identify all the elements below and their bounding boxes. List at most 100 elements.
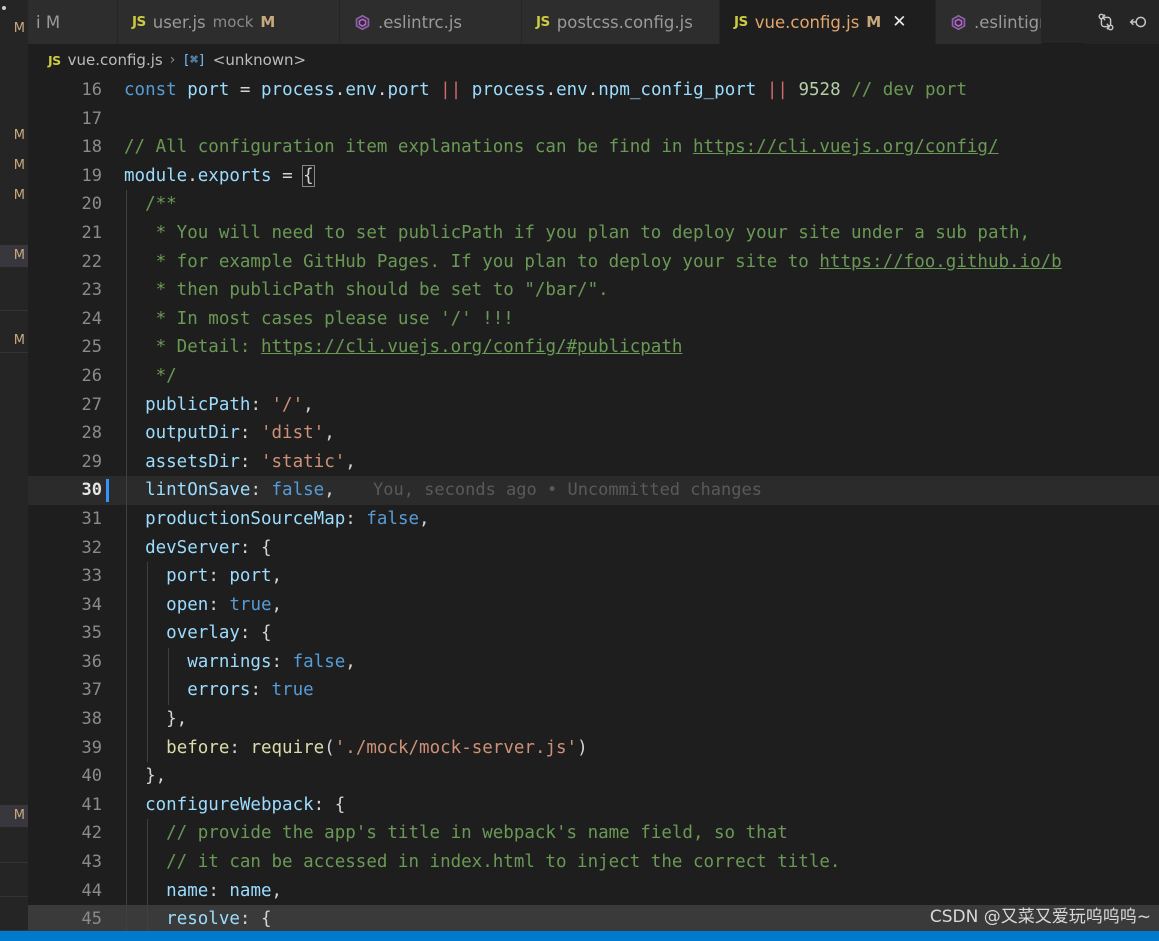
code-token: name [166,880,209,901]
breadcrumb[interactable]: JS vue.config.js › [⌘] <unknown> [28,44,1159,76]
code-token: open [166,594,209,615]
code-text: publicPath: '/', [124,391,314,420]
editor-tab[interactable]: JS vue.config.js M ✕ [720,0,936,44]
code-token: './mock/mock-server.js' [334,737,578,758]
code-token: ) [577,737,588,758]
line-number: 17 [81,108,102,129]
code-line[interactable]: 43 // it can be accessed in index.html t… [28,848,1159,877]
code-token: process [261,80,335,100]
explorer-file-row[interactable]: M [0,245,28,267]
code-text: }, [124,705,187,734]
explorer-file-row[interactable]: M [0,805,28,827]
code-line[interactable]: 19 module.exports = { [28,162,1159,191]
code-token[interactable]: https://foo.github.io/b [819,252,1061,272]
explorer-divider [0,352,28,353]
code-line[interactable]: 17 [28,105,1159,134]
code-line[interactable]: 31 productionSourceMap: false, [28,504,1159,534]
code-line[interactable]: 32 devServer: { [28,533,1159,563]
code-line[interactable]: 23 * then publicPath should be set to "/… [28,276,1159,305]
code-line[interactable]: 33 port: port, [28,562,1159,591]
code-line[interactable]: 26 */ [28,361,1159,391]
code-line[interactable]: 38 }, [28,705,1159,734]
code-token: 'dist' [260,423,325,444]
code-line[interactable]: 41 configureWebpack: { [28,790,1159,820]
code-line[interactable]: 42 // provide the app's title in webpack… [28,819,1159,849]
explorer-activity-dot [2,6,6,10]
code-line[interactable]: 35 overlay: { [28,619,1159,648]
code-line[interactable]: 24 * In most cases please use '/' !!! [28,304,1159,334]
code-text: // provide the app's title in webpack's … [124,819,788,848]
source-control-compare-icon[interactable] [1095,11,1117,33]
editor-tab[interactable]: i M [28,0,118,44]
code-token[interactable]: https://cli.vuejs.org/config/#publicpath [261,337,682,357]
line-number: 26 [81,365,102,386]
code-line[interactable]: 21 * You will need to set publicPath if … [28,218,1159,248]
split-editor-icon[interactable] [1127,11,1149,33]
code-token: // All configuration item explanations c… [124,137,693,158]
explorer-file-row[interactable]: M [0,155,28,177]
code-token: , [345,451,356,472]
code-line[interactable]: 34 open: true, [28,590,1159,620]
explorer-file-row[interactable]: M [0,125,28,147]
code-token: { [302,164,315,187]
code-text: overlay: { [124,619,271,648]
editor-tab[interactable]: JS postcss.config.js [522,0,720,44]
code-line[interactable]: 20 /** [28,190,1159,219]
explorer-divider [0,310,28,311]
explorer-file-row[interactable]: M [0,18,28,40]
code-text: assetsDir: 'static', [124,448,356,477]
modified-badge: M [13,128,25,143]
code-line[interactable]: 18 // All configuration item explanations… [28,133,1159,162]
code-token: name [229,880,272,901]
explorer-file-row[interactable]: M [0,330,28,352]
line-number: 25 [81,337,102,358]
code-line[interactable]: 37 errors: true [28,676,1159,706]
code-editor[interactable]: 16 const port = process.env.port || proce… [28,76,1159,931]
code-line[interactable]: 27 publicPath: '/', [28,390,1159,420]
breadcrumb-file[interactable]: vue.config.js [68,51,163,69]
gitlens-blame-annotation[interactable]: You, seconds ago • Uncommitted changes [373,476,762,505]
code-token: , [345,651,356,672]
code-line[interactable]: 16 const port = process.env.port || proce… [28,76,1159,105]
line-number: 20 [81,194,102,215]
code-line[interactable]: 29 assetsDir: 'static', [28,447,1159,477]
code-token: /** [124,194,177,215]
chevron-right-icon: › [169,52,176,68]
code-line[interactable]: 44 name: name, [28,876,1159,906]
code-line[interactable]: 22 * for example GitHub Pages. If you pl… [28,247,1159,277]
editor-tab[interactable]: JS user.js mock M [118,0,340,44]
editor-tab[interactable]: .eslintign [936,0,1042,44]
code-text: module.exports = { [124,162,315,191]
code-token: . [187,165,198,186]
close-icon[interactable]: ✕ [892,13,906,31]
code-token: 9528 [798,80,841,100]
code-line[interactable]: 30 lintOnSave: false, You, seconds ago • … [28,476,1159,505]
code-token: assetsDir [145,451,240,472]
code-line[interactable]: 36 warnings: false, [28,647,1159,677]
explorer-divider [0,896,28,897]
explorer-file-row[interactable]: M [0,185,28,207]
code-line[interactable]: 40 }, [28,762,1159,791]
line-number: 31 [81,508,102,529]
code-text: * then publicPath should be set to "/bar… [124,276,609,305]
code-token: // provide the app's title in webpack's … [124,823,788,844]
explorer-strip[interactable]: MMMMMMM [0,0,28,941]
code-token: process [471,80,546,100]
code-line[interactable]: 25 * Detail: https://cli.vuejs.org/confi… [28,333,1159,362]
code-token: { [260,537,272,558]
code-text: // All configuration item explanations c… [124,133,999,162]
editor-tab[interactable]: .eslintrc.js [340,0,522,44]
eslint-icon [950,14,967,31]
code-token: errors [187,680,251,701]
code-text: before: require('./mock/mock-server.js') [124,734,588,763]
code-token[interactable]: https://cli.vuejs.org/config/ [693,137,999,157]
code-line[interactable]: 28 outputDir: 'dist', [28,419,1159,448]
status-bar[interactable] [0,931,1159,941]
code-token: . [334,80,346,100]
code-line[interactable]: 39 before: require('./mock/mock-server.j… [28,733,1159,763]
breadcrumb-symbol[interactable]: <unknown> [213,51,306,69]
line-number: 39 [81,737,102,758]
js-file-icon: JS [536,14,550,30]
